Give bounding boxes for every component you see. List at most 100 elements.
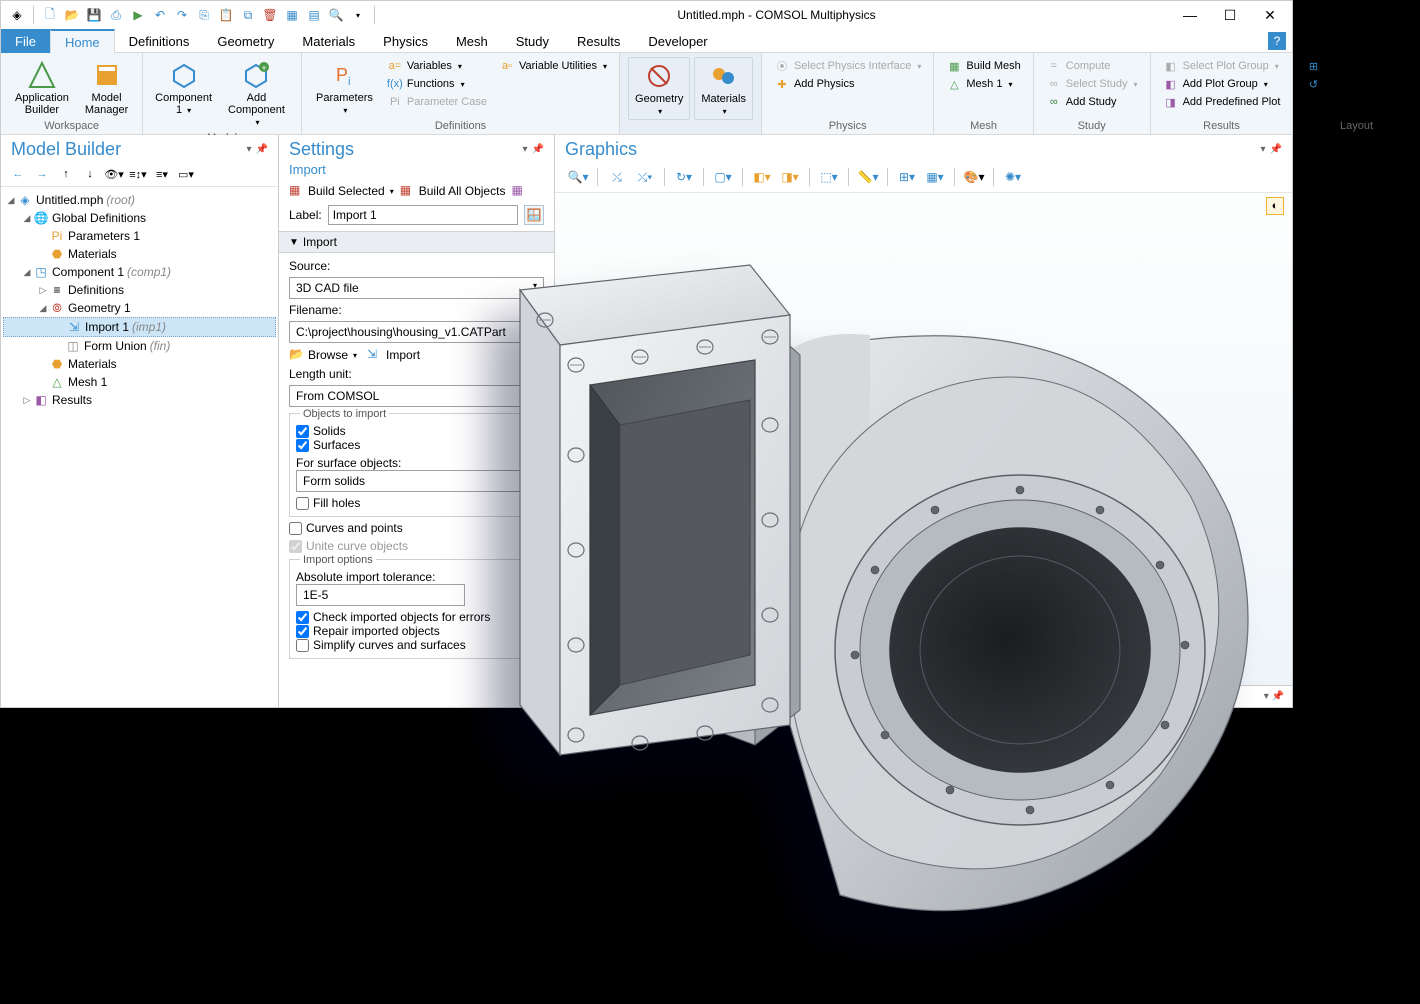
tab-results[interactable]: Results — [563, 29, 634, 53]
add-plot-group-button[interactable]: ◧Add Plot Group ▾ — [1159, 75, 1285, 93]
tab-developer[interactable]: Developer — [634, 29, 721, 53]
tree-view-icon[interactable]: ▭▾ — [175, 164, 197, 184]
curves-checkbox[interactable]: Curves and points — [289, 521, 544, 535]
tree-back-icon[interactable]: ← — [7, 164, 29, 184]
minimize-button[interactable]: — — [1174, 3, 1206, 27]
panel-pin-icon[interactable]: 📌 — [256, 144, 268, 155]
mesh1-button[interactable]: △Mesh 1 ▾ — [942, 75, 1024, 93]
tree-root[interactable]: ◢◈Untitled.mph(root) — [3, 191, 276, 209]
tree-expand-icon[interactable]: ≡▾ — [151, 164, 173, 184]
help-button[interactable]: ? — [1268, 32, 1286, 50]
build-selected-button[interactable]: ▦Build Selected ▾ — [289, 183, 394, 199]
tree-parameters1[interactable]: PiParameters 1 — [3, 227, 276, 245]
add-physics-button[interactable]: ✚Add Physics — [770, 75, 925, 93]
new-icon[interactable]: 🗋 — [40, 5, 60, 25]
form-solids-combo[interactable]: Form solids▾ — [296, 470, 537, 492]
tree-forward-icon[interactable]: → — [31, 164, 53, 184]
saveas-icon[interactable]: ⎙ — [106, 5, 126, 25]
tree-show-icon[interactable]: 👁▾ — [103, 164, 125, 184]
import-button[interactable]: ⇲Import — [367, 347, 420, 363]
tab-file[interactable]: File — [1, 29, 50, 53]
color-icon[interactable]: 🎨▾ — [961, 166, 987, 188]
tree-global-definitions[interactable]: ◢🌐Global Definitions — [3, 209, 276, 227]
tree-collapse-icon[interactable]: ≡↕▾ — [127, 164, 149, 184]
tree-down-icon[interactable]: ↓ — [79, 164, 101, 184]
mesh-build-icon[interactable]: ▤ — [304, 5, 324, 25]
maximize-button[interactable]: ☐ — [1214, 3, 1246, 27]
surfaces-checkbox[interactable]: Surfaces — [296, 438, 537, 452]
browse-button[interactable]: 📂Browse ▾ — [289, 347, 357, 363]
snapshot-icon[interactable]: ✺▾ — [1000, 166, 1026, 188]
source-combo[interactable]: 3D CAD file▾ — [289, 277, 544, 299]
tree-mesh1[interactable]: △Mesh 1 — [3, 373, 276, 391]
label-tag-icon[interactable]: 🪟 — [524, 205, 544, 225]
abs-tol-input[interactable] — [296, 584, 465, 606]
application-builder-button[interactable]: Application Builder — [9, 57, 75, 118]
variable-utilities-button[interactable]: a▫Variable Utilities ▾ — [495, 57, 611, 75]
check-errors-checkbox[interactable]: Check imported objects for errors — [296, 610, 537, 624]
panel-menu-icon[interactable]: ▾ — [1261, 144, 1266, 155]
axes-dd-icon[interactable]: ⤯▾ — [632, 166, 658, 188]
geometry-button[interactable]: Geometry▾ — [628, 57, 690, 120]
undo-icon[interactable]: ↶ — [150, 5, 170, 25]
tab-physics[interactable]: Physics — [369, 29, 442, 53]
run-icon[interactable]: ▶ — [128, 5, 148, 25]
component-button[interactable]: Component 1 ▾ — [151, 57, 216, 130]
tab-home[interactable]: Home — [50, 29, 115, 53]
filename-input[interactable] — [289, 321, 521, 343]
build-mesh-button[interactable]: ▦Build Mesh — [942, 57, 1024, 75]
delete-icon[interactable]: 🗑 — [260, 5, 280, 25]
panel-menu-icon[interactable]: ▾ — [247, 144, 252, 155]
tree-materials[interactable]: ⬣Materials — [3, 355, 276, 373]
parameter-case-button[interactable]: PiParameter Case — [383, 93, 491, 111]
graphics-warning-icon[interactable]: ◐ — [1266, 197, 1284, 215]
zoom-icon[interactable]: 🔍 — [326, 5, 346, 25]
tab-materials[interactable]: Materials — [288, 29, 369, 53]
add-predefined-plot-button[interactable]: ◨Add Predefined Plot — [1159, 93, 1285, 111]
length-unit-combo[interactable]: From COMSOL▾ — [289, 385, 544, 407]
model-manager-button[interactable]: Model Manager — [79, 57, 134, 118]
measure-icon[interactable]: 📏▾ — [855, 166, 881, 188]
tab-definitions[interactable]: Definitions — [115, 29, 204, 53]
add-component-button[interactable]: +Add Component ▾ — [220, 57, 293, 130]
materials-button[interactable]: Materials▾ — [694, 57, 753, 120]
import-section-header[interactable]: ▼Import — [279, 231, 554, 253]
scene2-icon[interactable]: ◨▾ — [777, 166, 803, 188]
scene-icon[interactable]: ◧▾ — [749, 166, 775, 188]
panel-menu-icon[interactable]: ▾ — [523, 144, 528, 155]
tree-up-icon[interactable]: ↑ — [55, 164, 77, 184]
add-study-button[interactable]: ∞Add Study — [1042, 93, 1142, 111]
tree-import1[interactable]: ⇲Import 1(imp1) — [3, 317, 276, 337]
panel-pin-icon[interactable]: 📌 — [532, 144, 544, 155]
close-button[interactable]: ✕ — [1254, 3, 1286, 27]
copy-icon[interactable]: ⎘ — [194, 5, 214, 25]
reset-view-icon[interactable]: ↻▾ — [671, 166, 697, 188]
save-icon[interactable]: 💾 — [84, 5, 104, 25]
panel-pin-icon[interactable]: 📌 — [1270, 144, 1282, 155]
functions-button[interactable]: f(x)Functions ▾ — [383, 75, 491, 93]
compute-button[interactable]: =Compute — [1042, 57, 1142, 75]
graphics-bottom-tab[interactable]: Me ▾ 📌 — [555, 685, 1292, 707]
reset-desktop-button[interactable]: ↺Reset Desktop ▾ — [1301, 75, 1411, 93]
tree-global-materials[interactable]: ⬣Materials — [3, 245, 276, 263]
redo-icon[interactable]: ↷ — [172, 5, 192, 25]
parameters-button[interactable]: PiParameters▾ — [310, 57, 379, 118]
axes-icon[interactable]: ⤯ — [604, 166, 630, 188]
select-icon[interactable]: ⬚▾ — [816, 166, 842, 188]
grid2-icon[interactable]: ▦▾ — [922, 166, 948, 188]
box-icon[interactable]: ▢▾ — [710, 166, 736, 188]
grid-icon[interactable]: ⊞▾ — [894, 166, 920, 188]
build-extra-icon[interactable]: ▦ — [511, 183, 527, 199]
tree-geometry1[interactable]: ◢⦾Geometry 1 — [3, 299, 276, 317]
variables-button[interactable]: a=Variables ▾ — [383, 57, 491, 75]
qat-dropdown-icon[interactable]: ▾ — [348, 5, 368, 25]
fill-holes-checkbox[interactable]: Fill holes — [296, 496, 537, 510]
open-icon[interactable]: 📂 — [62, 5, 82, 25]
solids-checkbox[interactable]: Solids — [296, 424, 537, 438]
tree-component1[interactable]: ◢◳Component 1(comp1) — [3, 263, 276, 281]
graphics-canvas[interactable]: ◐ Me ▾ 📌 — [555, 193, 1292, 707]
geom-build-icon[interactable]: ▦ — [282, 5, 302, 25]
tree-results[interactable]: ▷◧Results — [3, 391, 276, 409]
repair-checkbox[interactable]: Repair imported objects — [296, 624, 537, 638]
zoom-icon[interactable]: 🔍▾ — [565, 166, 591, 188]
